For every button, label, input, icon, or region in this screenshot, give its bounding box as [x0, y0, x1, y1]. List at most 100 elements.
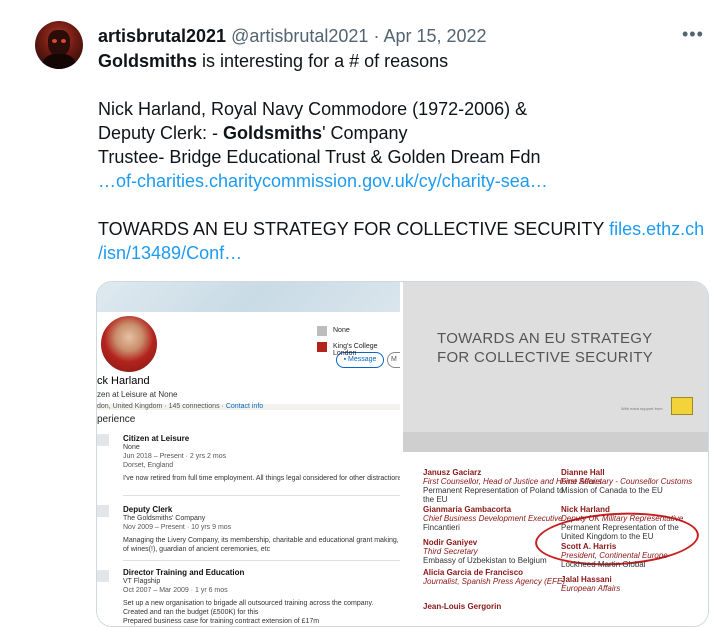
ethz-link[interactable]: files.ethz.ch: [609, 219, 704, 239]
bold-text: Goldsmiths: [223, 123, 323, 143]
education-logo: [317, 326, 327, 336]
attendee-role: Journalist, Spanish Press Agency (EFE): [423, 577, 565, 586]
job-logo: [97, 434, 109, 446]
tweet-text-line: Goldsmiths is interesting for a # of rea…: [98, 49, 448, 73]
attendee-entry: Nick Harland Deputy UK Military Represent…: [561, 505, 691, 541]
tweet-text-line: Trustee- Bridge Educational Trust & Gold…: [98, 147, 541, 167]
tweet-text-line: Nick Harland, Royal Navy Commodore (1972…: [98, 99, 528, 119]
attendee-org: Embassy of Uzbekistan to Belgium: [423, 556, 547, 565]
attendee-name: Jean-Louis Gergorin: [423, 602, 502, 611]
text: TOWARDS AN EU STRATEGY FOR COLLECTIVE SE…: [98, 219, 610, 239]
education-item: King's College London: [333, 343, 378, 357]
job-description: Set up a new organisation to brigade all…: [123, 600, 374, 607]
attendee-org: Permanent Representation of the United K…: [561, 523, 679, 541]
experience-section: perience Citizen at Leisure None Jun 201…: [97, 410, 400, 626]
location-text: don, United Kingdom · 145 connections ·: [97, 403, 226, 410]
tweet: artisbrutal2021 @artisbrutal2021 · Apr 1…: [0, 0, 715, 627]
job-company: None: [123, 444, 140, 451]
attendee-role: European Affairs: [561, 584, 621, 593]
attendee-name: Jalal Hassani: [561, 575, 612, 584]
media-grid[interactable]: ck Harland zen at Leisure at None don, U…: [96, 281, 709, 627]
handle[interactable]: @artisbrutal2021: [231, 26, 368, 46]
tweet-date[interactable]: Apr 15, 2022: [383, 26, 486, 46]
attendee-name: Scott A. Harris: [561, 542, 617, 551]
avatar-body: [41, 54, 77, 69]
job-title: Deputy Clerk: [123, 505, 173, 514]
document-cover[interactable]: TOWARDS AN EU STRATEGY FOR COLLECTIVE SE…: [403, 282, 708, 452]
job-entry: Deputy Clerk The Goldsmiths' Company Nov…: [123, 505, 400, 554]
attendee-entry: Jean-Louis Gergorin: [423, 602, 501, 611]
ethz-link-continued[interactable]: /isn/13489/Conf…: [98, 241, 242, 265]
document-title-line: FOR COLLECTIVE SECURITY: [437, 349, 654, 366]
contact-info-link: Contact info: [225, 403, 264, 410]
bold-text: Goldsmiths: [98, 51, 198, 71]
attendee-entry: Dianne Hall First Secretary - Counsellor …: [561, 468, 692, 495]
avatar-face: [48, 30, 70, 56]
job-company: The Goldsmiths' Company: [123, 515, 206, 522]
document-subtitle: With extra support from: [621, 406, 663, 411]
attendee-role: President, Continental Europe: [561, 551, 668, 560]
profile-headline: zen at Leisure at None: [97, 390, 178, 399]
display-name[interactable]: artisbrutal2021: [98, 26, 226, 46]
attendee-role: Third Secretary: [423, 547, 478, 556]
job-description: of wines(!), guardian of ancient ceremon…: [123, 546, 271, 553]
job-location: Dorset, England: [123, 462, 174, 469]
profile-card: ck Harland zen at Leisure at None don, U…: [97, 312, 400, 410]
job-title: Citizen at Leisure: [123, 434, 190, 443]
message-label: Message: [348, 356, 377, 363]
attendee-name: Gianmaria Gambacorta: [423, 505, 512, 514]
attendee-name: Nick Harland: [561, 505, 610, 514]
education-item: None: [333, 327, 350, 334]
charity-link[interactable]: …of-charities.charitycommission.gov.uk/c…: [98, 169, 548, 193]
attendee-org: Mission of Canada to the EU: [561, 486, 663, 495]
document-title: TOWARDS AN EU STRATEGY FOR COLLECTIVE SE…: [437, 329, 653, 367]
attendee-entry: Nodir Ganiyev Third Secretary Embassy of U…: [423, 538, 573, 565]
text: Deputy Clerk: -: [98, 123, 224, 143]
attendee-name: Nodir Ganiyev: [423, 538, 478, 547]
job-logo: [97, 570, 109, 582]
sponsor-logo: [671, 397, 693, 415]
experience-title: perience: [97, 414, 136, 425]
divider: [123, 560, 400, 561]
job-description: Created and ran the budget (£500K) for t…: [123, 609, 259, 616]
job-title: Director Training and Education: [123, 568, 245, 577]
text: ' Company: [322, 123, 408, 143]
attendee-role: First Secretary - Counsellor Customs: [561, 477, 693, 486]
job-dates: Jun 2018 – Present · 2 yrs 2 mos: [123, 453, 227, 460]
attendee-org: Lockheed Martin Global: [561, 560, 646, 569]
job-description: Managing the Livery Company, its members…: [123, 537, 400, 544]
document-title-line: TOWARDS AN EU STRATEGY: [437, 330, 653, 347]
job-company: VT Flagship: [123, 578, 161, 585]
tweet-text-line: Deputy Clerk: - Goldsmiths' Company: [98, 121, 408, 145]
more-horizontal-icon[interactable]: •••: [682, 24, 704, 45]
kcl-logo: [317, 342, 327, 352]
profile-photo: [99, 314, 159, 374]
attendee-entry: Alicia Garcia de Francisco Journalist, Sp…: [423, 568, 565, 586]
attendee-name: Dianne Hall: [561, 468, 605, 477]
attendee-entry: Gianmaria Gambacorta Chief Business Devel…: [423, 505, 573, 532]
profile-name: ck Harland: [97, 375, 150, 387]
job-dates: Nov 2009 – Present · 10 yrs 9 mos: [123, 524, 232, 531]
job-entry: Citizen at Leisure None Jun 2018 – Prese…: [123, 434, 400, 483]
divider: [123, 495, 400, 496]
job-dates: Oct 2007 – Mar 2009 · 1 yr 6 mos: [123, 587, 228, 594]
job-entry: Director Training and Education VT Flags…: [123, 568, 373, 626]
attendee-entry: Scott A. Harris President, Continental Eu…: [561, 542, 691, 569]
attendee-org: Permanent Representation of Poland to th…: [423, 486, 564, 504]
tweet-text-line: TOWARDS AN EU STRATEGY FOR COLLECTIVE SE…: [98, 217, 704, 241]
linkedin-screenshot[interactable]: ck Harland zen at Leisure at None don, U…: [97, 282, 400, 626]
attendee-name: Alicia Garcia de Francisco: [423, 568, 524, 577]
avatar[interactable]: [35, 21, 83, 69]
document-footer-band: [403, 432, 708, 452]
attendee-role: Deputy UK Military Representative: [561, 514, 684, 523]
profile-location: don, United Kingdom · 145 connections · …: [97, 403, 263, 410]
text: is interesting for a # of reasons: [197, 51, 449, 71]
attendee-entry: Jalal Hassani European Affairs: [561, 575, 620, 593]
attendee-role: Chief Business Development Executive: [423, 514, 563, 523]
attendee-list[interactable]: Janusz Gaciarz First Counsellor, Head of …: [403, 452, 708, 626]
attendee-org: Fincantieri: [423, 523, 460, 532]
job-logo: [97, 505, 109, 517]
separator: ·: [373, 26, 380, 46]
tweet-header: artisbrutal2021 @artisbrutal2021 · Apr 1…: [98, 25, 487, 47]
job-description: I've now retired from full time employme…: [123, 475, 400, 482]
